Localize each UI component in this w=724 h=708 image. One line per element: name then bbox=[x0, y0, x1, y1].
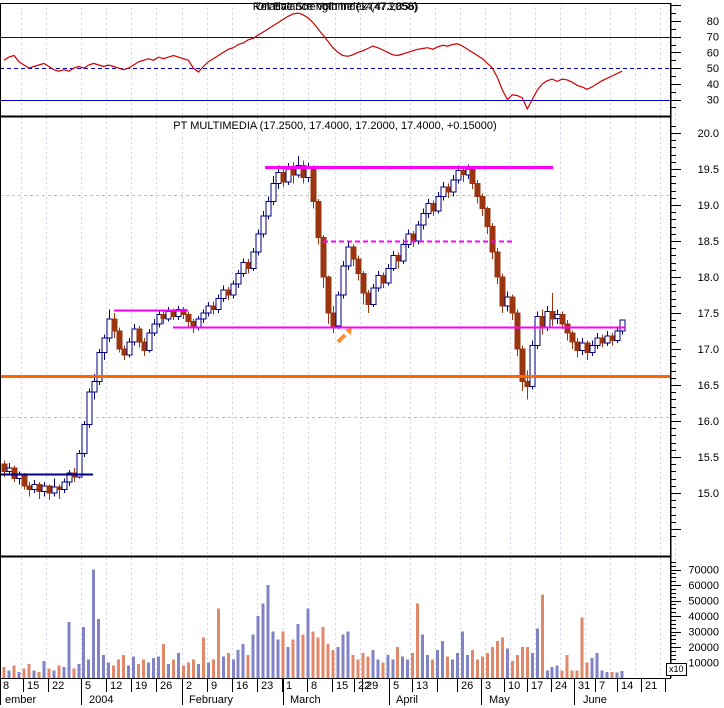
date-tick-label: 15 bbox=[27, 680, 39, 692]
price-axis-label: 18.5 bbox=[698, 236, 719, 248]
rsi-axis-label: 30 bbox=[707, 95, 719, 107]
volume-axis-label: 30000 bbox=[688, 627, 719, 639]
month-label: April bbox=[396, 694, 418, 706]
date-tick-label: 26 bbox=[160, 680, 172, 692]
date-tick-label: 8 bbox=[3, 680, 9, 692]
rsi-axis-label: 50 bbox=[707, 63, 719, 75]
date-tick-label: 22 bbox=[52, 680, 64, 692]
month-label: February bbox=[189, 694, 234, 706]
price-axis-label: 15.0 bbox=[698, 488, 719, 500]
chart-canvas: 80 70 60 50 40 30 20.0 19.5 19.0 18.5 18.0 17.5 17.0… bbox=[0, 3, 719, 706]
month-label: ember bbox=[5, 694, 37, 706]
month-label: 2004 bbox=[89, 694, 113, 706]
right-axis: 80 70 60 50 40 30 20.0 19.5 19.0 18.5 18.0 17.5 17.0… bbox=[671, 5, 719, 675]
date-tick-label: 15 bbox=[336, 680, 348, 692]
price-axis-label: 19.0 bbox=[698, 200, 719, 212]
price-axis-label: 17.0 bbox=[698, 344, 719, 356]
date-tick-label: 29 bbox=[366, 680, 378, 692]
price-title: PT MULTIMEDIA (17.2500, 17.4000, 17.2000… bbox=[173, 120, 497, 132]
volume-bars bbox=[2, 569, 624, 679]
price-axis-label: 17.5 bbox=[698, 308, 719, 320]
buy-arrow bbox=[336, 328, 352, 344]
volume-axis-label: 70000 bbox=[688, 565, 719, 577]
volume-axis-label: 20000 bbox=[688, 642, 719, 654]
price-axis-label: 15.5 bbox=[698, 452, 719, 464]
date-tick-label: 7 bbox=[599, 680, 605, 692]
date-tick-label: 24 bbox=[555, 680, 567, 692]
rsi-axis-label: 80 bbox=[707, 16, 719, 28]
price-axis-label: 16.0 bbox=[698, 416, 719, 428]
rsi-axis-label: 40 bbox=[707, 79, 719, 91]
rsi-line bbox=[3, 12, 623, 111]
date-tick-label: 16 bbox=[236, 680, 248, 692]
price-axis-label: 18.0 bbox=[698, 272, 719, 284]
volume-axis-label: 10000 bbox=[688, 658, 719, 670]
month-label: March bbox=[290, 694, 321, 706]
date-tick-label: 21 bbox=[645, 680, 657, 692]
volume-axis-label: 50000 bbox=[688, 596, 719, 608]
rsi-axis-label: 60 bbox=[707, 47, 719, 59]
date-tick-label: 19 bbox=[135, 680, 147, 692]
date-tick-label: 8 bbox=[311, 680, 317, 692]
date-tick-label: 17 bbox=[531, 680, 543, 692]
date-tick-label: 13 bbox=[416, 680, 428, 692]
date-tick-label: 23 bbox=[261, 680, 273, 692]
date-tick-label: 5 bbox=[393, 680, 399, 692]
date-tick-label: 14 bbox=[621, 680, 633, 692]
price-axis-label: 16.5 bbox=[698, 380, 719, 392]
date-tick-label: 10 bbox=[508, 680, 520, 692]
volume-axis-label: 40000 bbox=[688, 611, 719, 623]
date-tick-label: 3 bbox=[485, 680, 491, 692]
date-tick-label: 5 bbox=[85, 680, 91, 692]
chart-window: 80 70 60 50 40 30 20.0 19.5 19.0 18.5 18.0 17.5 17.0… bbox=[0, 0, 724, 708]
volume-multiplier-badge: x10 bbox=[666, 663, 687, 676]
date-tick-label: 26 bbox=[461, 680, 473, 692]
price-axis-label: 19.5 bbox=[698, 164, 719, 176]
date-tick-label: 31 bbox=[578, 680, 590, 692]
month-label: June bbox=[583, 694, 607, 706]
month-label: May bbox=[489, 694, 510, 706]
date-tick-label: 12 bbox=[110, 680, 122, 692]
date-axis: 8 15 22 5 12 19 26 2 9 16 23 1 8 15 2229 5 13 26 3 10 17 24 31… bbox=[0, 679, 666, 706]
volume-axis-label: 60000 bbox=[688, 580, 719, 592]
date-tick-label: 2 bbox=[186, 680, 192, 692]
date-tick-label: 1 bbox=[286, 680, 292, 692]
obv-title: On Balance Volume (14,473,856) bbox=[255, 1, 419, 13]
date-tick-label: 9 bbox=[211, 680, 217, 692]
price-axis-label: 20.0 bbox=[698, 128, 719, 140]
rsi-axis-label: 70 bbox=[707, 32, 719, 44]
